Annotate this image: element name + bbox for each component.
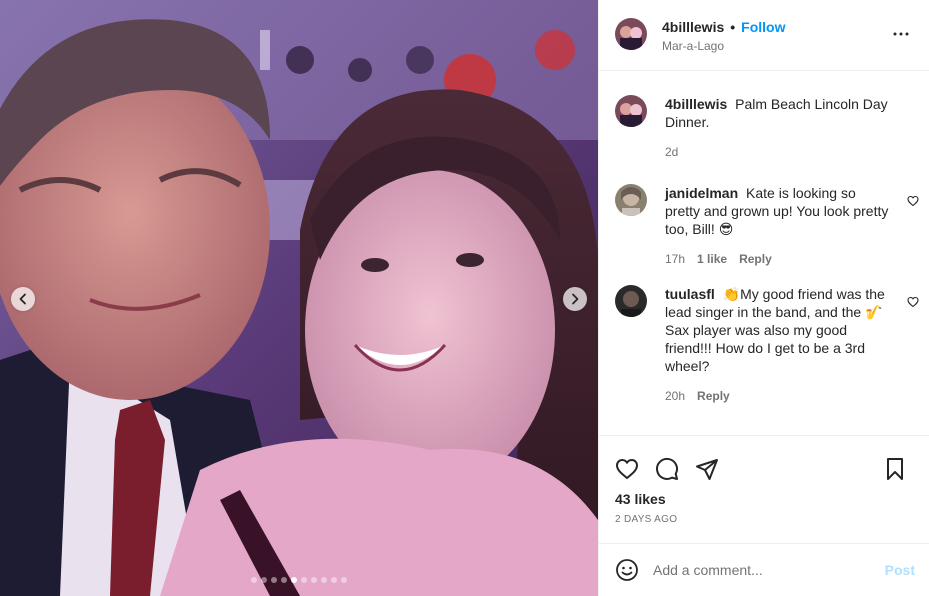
carousel-dot (311, 577, 317, 583)
carousel-dot (301, 577, 307, 583)
carousel-dot (291, 577, 297, 583)
caption-time[interactable]: 2d (665, 144, 678, 160)
previous-image-button[interactable] (11, 287, 35, 311)
like-comment-heart-icon[interactable] (907, 296, 919, 308)
post-actions: 43 likes 2 DAYS AGO (599, 436, 929, 544)
comment-icon (656, 457, 679, 480)
post-header: 4billlewis • Follow Mar-a-Lago (599, 0, 929, 71)
avatar[interactable] (615, 18, 647, 50)
comment-body: tuulasfl 👏My good friend was the lead si… (665, 285, 913, 404)
carousel-dot (261, 577, 267, 583)
caption-username[interactable]: 4billlewis (665, 96, 727, 112)
comment-input[interactable] (653, 562, 885, 578)
caption-row: 4billlewis Palm Beach Lincoln Day Dinner… (615, 95, 913, 160)
caption-body: 4billlewis Palm Beach Lincoln Day Dinner… (665, 95, 913, 160)
carousel-dot (341, 577, 347, 583)
comment-body: janidelman Kate is looking so pretty and… (665, 184, 913, 267)
bookmark-icon (887, 458, 903, 480)
comment-like-count[interactable]: 1 like (697, 251, 727, 267)
carousel-indicator (0, 577, 598, 583)
comment-username[interactable]: tuulasfl (665, 286, 715, 302)
add-comment-bar: Post (599, 544, 929, 596)
carousel-dot (321, 577, 327, 583)
likes-count[interactable]: 43 likes (615, 490, 913, 508)
post-location[interactable]: Mar-a-Lago (662, 38, 889, 54)
avatar[interactable] (615, 95, 647, 127)
comment-row: janidelman Kate is looking so pretty and… (615, 184, 919, 267)
instagram-post: 4billlewis • Follow Mar-a-Lago 4billlewi… (0, 0, 929, 596)
comment-time[interactable]: 20h (665, 388, 685, 404)
caption-meta: 2d (665, 144, 893, 160)
action-icons (615, 436, 913, 488)
comment-meta: 20h Reply (665, 388, 893, 404)
comment-button[interactable] (655, 457, 679, 481)
carousel-dot (331, 577, 337, 583)
chevron-left-icon (19, 293, 26, 305)
more-options-button[interactable] (889, 22, 913, 46)
like-comment-heart-icon[interactable] (907, 195, 919, 207)
comment-time[interactable]: 17h (665, 251, 685, 267)
follow-button[interactable]: Follow (741, 18, 785, 36)
post-side-panel: 4billlewis • Follow Mar-a-Lago 4billlewi… (598, 0, 929, 596)
carousel-dot (281, 577, 287, 583)
next-image-button[interactable] (563, 287, 587, 311)
comment-username[interactable]: janidelman (665, 185, 738, 201)
post-photo (0, 0, 598, 596)
carousel-dot (251, 577, 257, 583)
avatar[interactable] (615, 285, 647, 317)
post-media[interactable] (0, 0, 598, 596)
comment-row: tuulasfl 👏My good friend was the lead si… (615, 285, 919, 404)
carousel-dot (271, 577, 277, 583)
more-horizontal-icon (893, 32, 909, 36)
dot-separator: • (730, 19, 736, 35)
header-text: 4billlewis • Follow Mar-a-Lago (662, 18, 889, 54)
share-icon (696, 459, 718, 480)
heart-icon (615, 458, 639, 480)
comment-meta: 17h 1 like Reply (665, 251, 893, 267)
posted-time[interactable]: 2 DAYS AGO (615, 514, 913, 526)
save-button[interactable] (883, 457, 907, 481)
like-button[interactable] (615, 457, 639, 481)
post-author-username[interactable]: 4billlewis (662, 18, 724, 36)
reply-button[interactable]: Reply (697, 388, 730, 404)
emoji-picker-icon[interactable] (615, 558, 639, 582)
chevron-right-icon (572, 293, 579, 305)
post-comment-button[interactable]: Post (885, 562, 915, 578)
reply-button[interactable]: Reply (739, 251, 772, 267)
comments-section[interactable]: 4billlewis Palm Beach Lincoln Day Dinner… (599, 71, 929, 436)
avatar[interactable] (615, 184, 647, 216)
share-button[interactable] (695, 457, 719, 481)
